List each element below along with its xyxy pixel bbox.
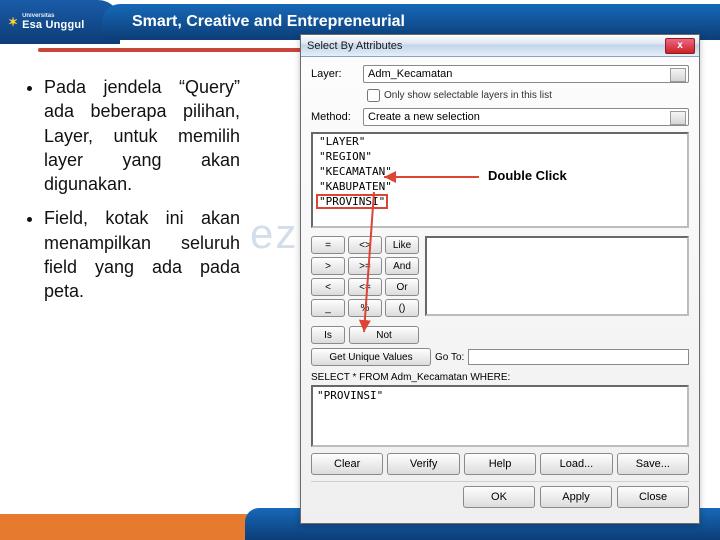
op-not-button[interactable]: Not xyxy=(349,326,419,344)
op-eq-button[interactable]: = xyxy=(311,236,345,254)
layer-label: Layer: xyxy=(311,68,363,80)
save-button[interactable]: Save... xyxy=(617,453,689,475)
op-neq-button[interactable]: <> xyxy=(348,236,382,254)
select-by-attributes-dialog: Select By Attributes x Layer: Adm_Kecama… xyxy=(300,34,700,524)
university-prefix: Universitas xyxy=(22,13,85,19)
bullet-item: Field, kotak ini akan menampilkan seluru… xyxy=(44,206,240,303)
get-unique-values-button[interactable]: Get Unique Values xyxy=(311,348,431,366)
university-name: Esa Unggul xyxy=(22,19,85,31)
field-item-highlighted[interactable]: "PROVINSI" xyxy=(317,195,387,208)
op-underscore-button[interactable]: _ xyxy=(311,299,345,317)
goto-input[interactable] xyxy=(468,349,689,365)
only-selectable-label: Only show selectable layers in this list xyxy=(384,90,552,101)
method-dropdown[interactable]: Create a new selection xyxy=(363,108,689,126)
layer-value: Adm_Kecamatan xyxy=(368,68,452,80)
op-is-button[interactable]: Is xyxy=(311,326,345,344)
goto-label: Go To: xyxy=(435,352,464,363)
op-percent-button[interactable]: % xyxy=(348,299,382,317)
layer-dropdown[interactable]: Adm_Kecamatan xyxy=(363,65,689,83)
logo-star-icon: ✶ xyxy=(8,15,18,29)
close-icon: x xyxy=(677,40,683,51)
clear-button[interactable]: Clear xyxy=(311,453,383,475)
query-textbox[interactable]: "PROVINSI" xyxy=(311,385,689,447)
method-value: Create a new selection xyxy=(368,111,480,123)
op-lte-button[interactable]: <= xyxy=(348,278,382,296)
close-button[interactable]: x xyxy=(665,38,695,54)
load-button[interactable]: Load... xyxy=(540,453,612,475)
op-gte-button[interactable]: >= xyxy=(348,257,382,275)
op-or-button[interactable]: Or xyxy=(385,278,419,296)
select-from-label: SELECT * FROM Adm_Kecamatan WHERE: xyxy=(311,372,689,383)
method-label: Method: xyxy=(311,111,363,123)
query-text: "PROVINSI" xyxy=(317,389,383,402)
verify-button[interactable]: Verify xyxy=(387,453,459,475)
op-and-button[interactable]: And xyxy=(385,257,419,275)
field-item[interactable]: "REGION" xyxy=(313,149,687,164)
only-selectable-checkbox[interactable] xyxy=(367,89,380,102)
help-button[interactable]: Help xyxy=(464,453,536,475)
dialog-title: Select By Attributes xyxy=(307,40,665,52)
bullet-item: Pada jendela “Query” ada beberapa piliha… xyxy=(44,75,240,196)
close-dialog-button[interactable]: Close xyxy=(617,486,689,508)
apply-button[interactable]: Apply xyxy=(540,486,612,508)
double-click-annotation: Double Click xyxy=(488,168,567,183)
op-lt-button[interactable]: < xyxy=(311,278,345,296)
op-gt-button[interactable]: > xyxy=(311,257,345,275)
op-like-button[interactable]: Like xyxy=(385,236,419,254)
ok-button[interactable]: OK xyxy=(463,486,535,508)
unique-values-list[interactable] xyxy=(425,236,689,316)
dialog-titlebar[interactable]: Select By Attributes x xyxy=(301,35,699,57)
op-paren-button[interactable]: () xyxy=(385,299,419,317)
bullet-list: Pada jendela “Query” ada beberapa piliha… xyxy=(30,75,240,314)
field-item[interactable]: "LAYER" xyxy=(313,134,687,149)
